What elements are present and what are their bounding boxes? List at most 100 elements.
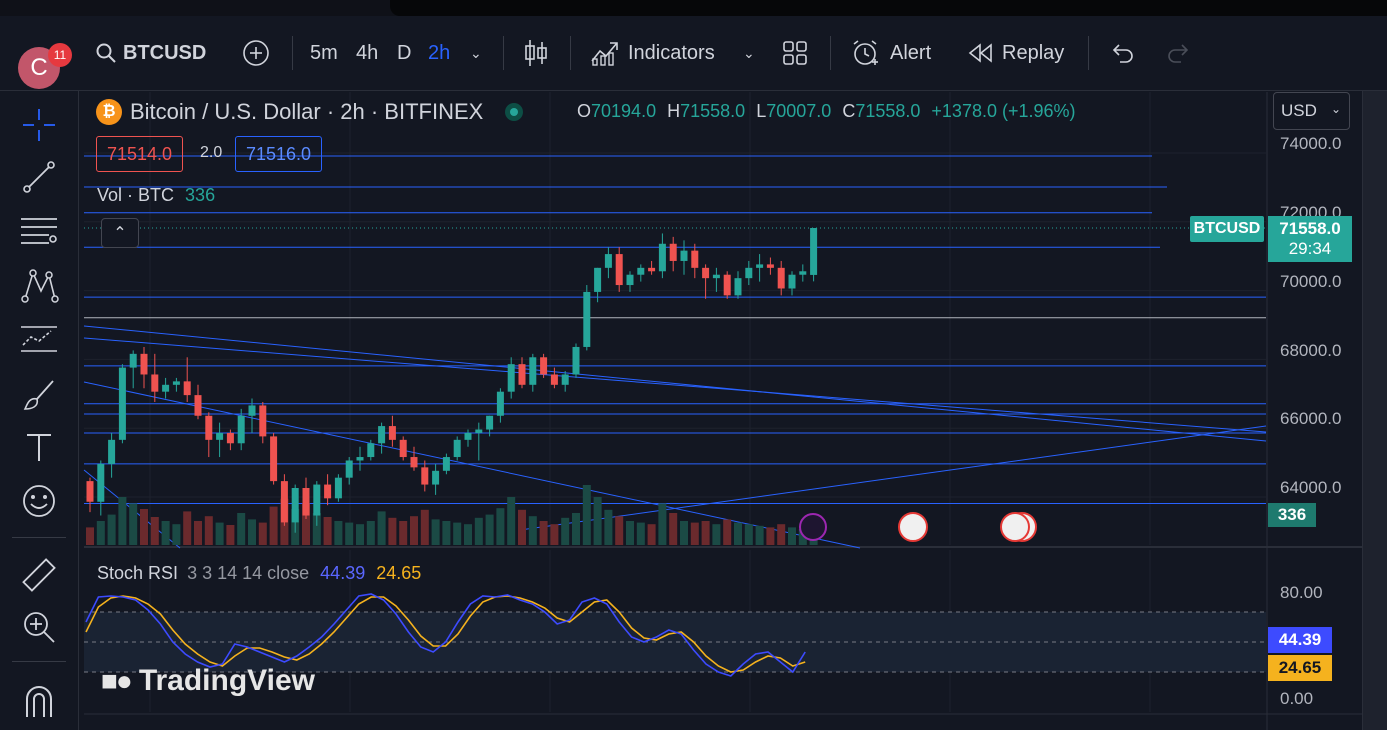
flash-event-icon (799, 513, 827, 541)
stoch-rsi-label: Stoch RSI (97, 563, 179, 583)
collapse-legend-button[interactable]: ⌃ (101, 218, 139, 248)
candle-body (702, 267, 710, 279)
bitcoin-icon: ₿ (96, 99, 122, 125)
candle-body (745, 267, 753, 279)
candle-body (216, 432, 224, 440)
candle-body (334, 477, 342, 499)
volume-bar (582, 485, 591, 545)
buy-button[interactable]: 71516.0 (235, 136, 323, 172)
volume-bar (766, 527, 775, 545)
price-axis-tick: 74000.0 (1280, 134, 1342, 153)
high-value: 71558.0 (680, 101, 746, 121)
volume-bar (550, 524, 559, 545)
candle-body (496, 391, 504, 416)
open-value: 70194.0 (591, 101, 657, 121)
low-label: L (756, 101, 767, 121)
price-axis-tick: 70000.0 (1280, 272, 1342, 291)
candle-body (183, 381, 191, 396)
volume-bar (712, 524, 721, 545)
low-value: 70007.0 (766, 101, 832, 121)
candle-body (226, 432, 234, 444)
volume-bar (539, 521, 548, 545)
candle-body (410, 457, 418, 468)
candle-body (550, 374, 558, 385)
candle-body (378, 426, 386, 444)
volume-bar (669, 513, 678, 545)
volume-bar (410, 516, 418, 545)
volume-bar (690, 522, 699, 545)
volume-bar (788, 527, 796, 545)
currency-select[interactable]: USD ⌄ (1273, 92, 1350, 130)
volume-price-tag: 336 (1268, 503, 1316, 527)
volume-bar (226, 525, 235, 545)
candle-body (799, 271, 807, 275)
candle-body (108, 439, 116, 464)
candle-body (270, 436, 278, 482)
candle-body (648, 267, 656, 272)
volume-bar (496, 508, 505, 545)
close-label: C (842, 101, 856, 121)
price-axis-tick: 66000.0 (1280, 409, 1342, 428)
candle-body (442, 457, 450, 471)
candle-body (637, 267, 645, 275)
volume-bar (442, 521, 451, 545)
candle-body (486, 415, 494, 430)
close-value: 71558.0 (855, 101, 921, 121)
volume-bar (161, 521, 170, 545)
legend-title: Bitcoin / U.S. Dollar · 2h · BITFINEX (130, 99, 484, 124)
volume-bar (183, 511, 192, 545)
volume-bar (507, 497, 516, 545)
candle-body (259, 405, 267, 437)
candle-body (507, 364, 515, 392)
volume-bar (194, 521, 202, 545)
candle-body (129, 353, 137, 368)
stoch-k-tag: 44.39 (1268, 627, 1332, 653)
candle-body (162, 384, 170, 392)
bar-countdown: 29:34 (1288, 239, 1332, 258)
volume-bar (129, 503, 138, 545)
candle-body (432, 470, 440, 485)
volume-bar (734, 522, 742, 545)
us-economic-event-icon (898, 512, 928, 542)
volume-bar (96, 521, 105, 545)
candle-body (691, 250, 699, 268)
candle-body (237, 415, 245, 444)
stoch-axis-tick: 0.00 (1280, 689, 1314, 708)
volume-bar (431, 519, 440, 545)
volume-bar (356, 524, 364, 545)
volume-bar (323, 517, 332, 545)
volume-bar (172, 524, 181, 545)
sell-button[interactable]: 71514.0 (96, 136, 184, 172)
candle-body (151, 374, 159, 392)
volume-bar (258, 522, 267, 545)
volume-bar (658, 503, 667, 545)
volume-bar (647, 524, 656, 545)
candle-body (291, 488, 299, 523)
volume-bar (485, 514, 494, 545)
price-axis-tick: 64000.0 (1280, 478, 1342, 497)
candle-body (712, 274, 720, 279)
candle-body (453, 439, 461, 458)
us-economic-event-icon (1000, 512, 1030, 542)
candle-body (324, 484, 332, 499)
volume-bar (204, 516, 213, 545)
last-price-tag: 71558.0 29:34 (1268, 216, 1352, 262)
symbol-price-tag: BTCUSD (1190, 216, 1264, 242)
candle-body (604, 254, 612, 268)
candle-body (194, 395, 202, 416)
chevron-down-icon: ⌄ (1330, 102, 1341, 116)
volume-bar (474, 517, 483, 545)
candle-body (756, 264, 764, 268)
volume-bar (723, 519, 732, 545)
candle-body (669, 243, 677, 261)
volume-bar (744, 524, 753, 545)
stoch-rsi-params: 3 3 14 14 close (187, 563, 310, 583)
volume-bar (626, 521, 634, 545)
candle-body (302, 488, 310, 516)
candle-body (594, 267, 602, 292)
chevron-up-icon: ⌃ (113, 225, 127, 242)
candle-body (540, 357, 548, 375)
volume-bar (701, 521, 710, 545)
volume-bar (118, 497, 127, 545)
stoch-k-value: 44.39 (320, 563, 366, 583)
